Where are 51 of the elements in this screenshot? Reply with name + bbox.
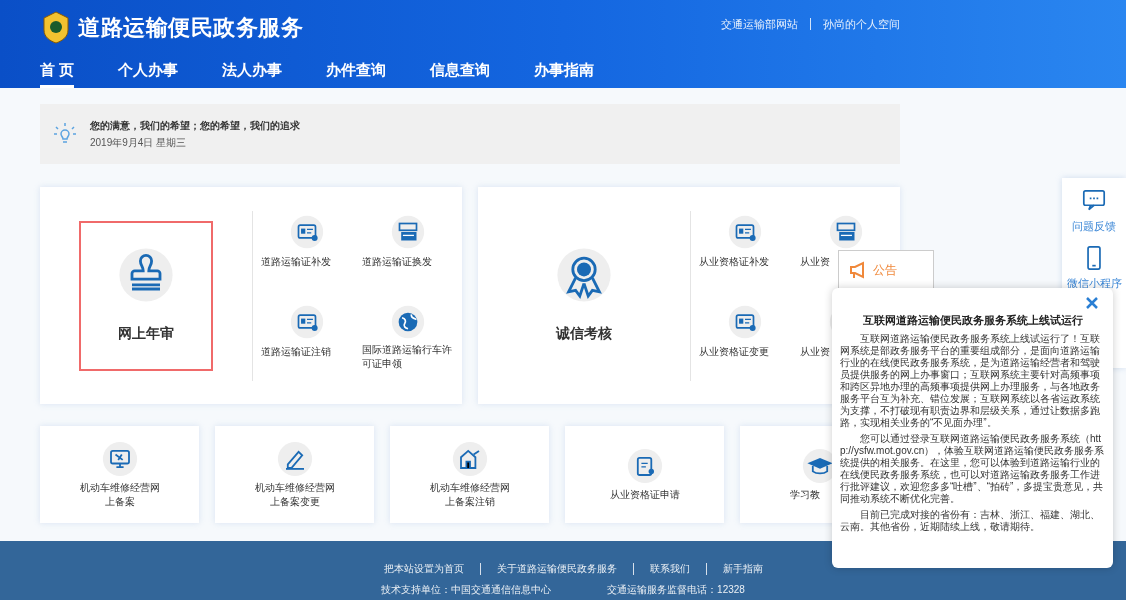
medal-icon xyxy=(556,247,612,303)
service-link[interactable]: 道路运输证注销 xyxy=(261,344,332,359)
header-link[interactable]: 孙尚的个人空间 xyxy=(823,16,900,33)
footer-link[interactable]: 新手指南 xyxy=(722,561,763,576)
side-tool-button[interactable]: 问题反馈 xyxy=(1072,184,1116,235)
id-card-icon xyxy=(290,304,325,339)
nav-tab[interactable]: 信息查询 xyxy=(430,58,491,88)
footer-link[interactable]: 关于道路运输便民政务服务 xyxy=(496,561,617,576)
support-text: 技术支持单位：中国交通通信信息中心 xyxy=(381,583,552,597)
stamp-icon xyxy=(118,247,174,303)
id-card-icon xyxy=(728,214,763,249)
service-link[interactable]: 从业资格证补发 xyxy=(699,254,770,269)
notice-date: 2019年9月4日 星期三 xyxy=(90,136,188,150)
stacked-cards-icon xyxy=(390,214,425,249)
emblem-logo-icon xyxy=(42,10,70,44)
announcement-title: 互联网道路运输便民政务服务系统上线试运行 xyxy=(861,313,1084,328)
house-icon xyxy=(451,440,488,477)
id-card-icon xyxy=(290,214,325,249)
hotline-text: 交通运输服务监督电话：12328 xyxy=(607,583,745,597)
clipboard-icon xyxy=(626,447,663,484)
footer-link[interactable]: 联系我们 xyxy=(649,561,690,576)
service-link[interactable]: 从业资 xyxy=(799,254,830,269)
pen-icon xyxy=(276,440,313,477)
nav-tab[interactable]: 首 页 xyxy=(40,58,75,88)
announcement-paragraph: 互联网道路运输便民政务服务系统上线试运行了！互联网系统是部政务服务平台的重要组成部分，是面向道路运输行业的在线便民政务服务系统，是为道路运输经营者和驾驶员提供服务的网上办事窗口；互联网系统主要针对高频事项和跨区异地办理的高频事项提供网上办理服务，与各地政务服务平台互为补充、错位发展；互联网系统以各省运政系统为支撑，不打破现有职责边界和层级关系，通过让数据多跑路，实现相关业务的“不见面办理”。 xyxy=(840,332,1101,429)
globe-icon xyxy=(390,304,425,339)
service-card[interactable]: 机动车维修经营网上备案 xyxy=(40,426,199,523)
nav-tab[interactable]: 办件查询 xyxy=(326,58,387,88)
notice-message: 您的满意，我们的希望；您的希望，我们的追求 xyxy=(90,119,300,133)
monitor-icon xyxy=(101,440,138,477)
service-link[interactable]: 道路运输证换发 xyxy=(361,254,432,269)
featured-service[interactable]: 网上年审 xyxy=(79,220,213,371)
header-link[interactable]: 交通运输部网站 xyxy=(721,16,798,33)
service-link[interactable]: 国际道路运输行车许可证申领 xyxy=(361,342,454,371)
service-link[interactable]: 从业资格证变更 xyxy=(699,344,770,359)
nav-tab[interactable]: 法人办事 xyxy=(222,58,283,88)
announcement-tab-label: 公告 xyxy=(873,261,897,279)
close-icon[interactable] xyxy=(1085,296,1099,310)
id-card-icon xyxy=(728,304,763,339)
nav-tab[interactable]: 办事指南 xyxy=(534,58,595,88)
site-title: 道路运输便民政务服务 xyxy=(78,13,304,42)
service-card[interactable]: 机动车维修经营网上备案注销 xyxy=(390,426,549,523)
footer-link[interactable]: 把本站设置为首页 xyxy=(383,561,464,576)
featured-service[interactable]: 诚信考核 xyxy=(517,220,651,371)
stacked-cards-icon xyxy=(828,214,863,249)
nav-tab[interactable]: 个人办事 xyxy=(118,58,179,88)
service-link[interactable]: 道路运输证补发 xyxy=(261,254,332,269)
service-card[interactable]: 从业资格证申请 xyxy=(565,426,724,523)
service-card[interactable]: 机动车维修经营网上备案变更 xyxy=(215,426,374,523)
side-tool-button[interactable]: 微信小程序 xyxy=(1066,240,1122,291)
service-link[interactable]: 从业资 xyxy=(799,344,830,359)
